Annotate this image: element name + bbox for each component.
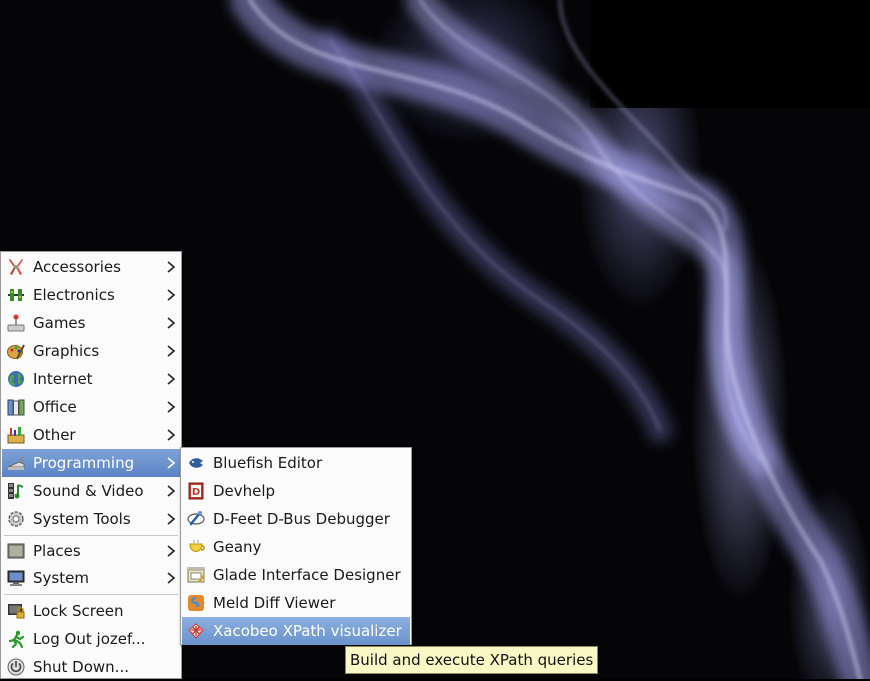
menu-item-label: Glade Interface Designer: [213, 566, 401, 584]
menu-item-label: Office: [33, 398, 77, 416]
menu-item-label: Shut Down...: [33, 658, 129, 676]
accessories-icon: [6, 257, 26, 277]
menu-item-label: Accessories: [33, 258, 121, 276]
chevron-right-icon: [167, 485, 176, 497]
shut-down-icon: [6, 657, 26, 677]
chevron-right-icon: [167, 429, 176, 441]
menu-item-label: Lock Screen: [33, 602, 124, 620]
menu-item-places[interactable]: Places: [2, 537, 180, 565]
menu-item-label: Geany: [213, 538, 262, 556]
menu-item-internet[interactable]: Internet: [2, 365, 180, 393]
menu-item-sound-video[interactable]: Sound & Video: [2, 477, 180, 505]
other-icon: [6, 425, 26, 445]
graphics-icon: [6, 341, 26, 361]
menu-item-glade[interactable]: Glade Interface Designer: [182, 561, 410, 589]
chevron-right-icon: [167, 373, 176, 385]
menu-item-label: Other: [33, 426, 76, 444]
menu-item-log-out[interactable]: Log Out jozef...: [2, 625, 180, 653]
glade-icon: [186, 565, 206, 585]
chevron-right-icon: [167, 513, 176, 525]
menu-item-label: Graphics: [33, 342, 100, 360]
lock-screen-icon: [6, 601, 26, 621]
menu-item-accessories[interactable]: Accessories: [2, 253, 180, 281]
menu-separator: [4, 594, 178, 595]
menu-item-programming[interactable]: Programming: [2, 449, 180, 477]
menu-item-label: Places: [33, 542, 81, 560]
menu-item-electronics[interactable]: Electronics: [2, 281, 180, 309]
places-icon: [6, 541, 26, 561]
tooltip-text: Build and execute XPath queries: [350, 651, 594, 669]
menu-item-label: Log Out jozef...: [33, 630, 146, 648]
menu-item-label: Games: [33, 314, 86, 332]
programming-icon: [6, 453, 26, 473]
menu-item-label: D-Feet D-Bus Debugger: [213, 510, 390, 528]
chevron-right-icon: [167, 317, 176, 329]
menu-item-system[interactable]: System: [2, 564, 180, 592]
tooltip: Build and execute XPath queries: [345, 646, 599, 674]
chevron-right-icon: [167, 289, 176, 301]
games-icon: [6, 313, 26, 333]
menu-item-xacobeo[interactable]: Xacobeo XPath visualizer: [182, 617, 410, 645]
menu-item-other[interactable]: Other: [2, 421, 180, 449]
menu-item-label: Sound & Video: [33, 482, 144, 500]
menu-item-label: Electronics: [33, 286, 115, 304]
menu-item-label: System: [33, 569, 89, 587]
menu-item-bluefish-editor[interactable]: Bluefish Editor: [182, 449, 410, 477]
menu-item-meld[interactable]: Meld Diff Viewer: [182, 589, 410, 617]
xacobeo-icon: [186, 621, 206, 641]
system-icon: [6, 568, 26, 588]
electronics-icon: [6, 285, 26, 305]
chevron-right-icon: [167, 457, 176, 469]
menu-item-label: Meld Diff Viewer: [213, 594, 336, 612]
menu-item-shut-down[interactable]: Shut Down...: [2, 653, 180, 681]
chevron-right-icon: [167, 545, 176, 557]
menu-separator: [4, 535, 178, 536]
meld-icon: [186, 593, 206, 613]
internet-icon: [6, 369, 26, 389]
chevron-right-icon: [167, 261, 176, 273]
bluefish-icon: [186, 453, 206, 473]
menu-item-system-tools[interactable]: System Tools: [2, 505, 180, 533]
menu-item-label: Bluefish Editor: [213, 454, 323, 472]
applications-menu: Accessories Electronics Games Graphics I…: [0, 251, 182, 679]
menu-item-office[interactable]: Office: [2, 393, 180, 421]
menu-item-label: Xacobeo XPath visualizer: [213, 622, 402, 640]
menu-item-devhelp[interactable]: D Devhelp: [182, 477, 410, 505]
programming-submenu: Bluefish Editor D Devhelp D-Feet D-Bus D…: [180, 447, 412, 645]
geany-icon: [186, 537, 206, 557]
menu-item-label: Programming: [33, 454, 135, 472]
menu-item-graphics[interactable]: Graphics: [2, 337, 180, 365]
office-icon: [6, 397, 26, 417]
chevron-right-icon: [167, 401, 176, 413]
system-tools-icon: [6, 509, 26, 529]
chevron-right-icon: [167, 345, 176, 357]
menu-item-geany[interactable]: Geany: [182, 533, 410, 561]
menu-item-lock-screen[interactable]: Lock Screen: [2, 597, 180, 625]
menu-item-games[interactable]: Games: [2, 309, 180, 337]
svg-text:D: D: [192, 487, 200, 498]
chevron-right-icon: [167, 572, 176, 584]
devhelp-icon: D: [186, 481, 206, 501]
menu-item-label: System Tools: [33, 510, 131, 528]
menu-item-label: Devhelp: [213, 482, 276, 500]
log-out-icon: [6, 629, 26, 649]
menu-item-label: Internet: [33, 370, 93, 388]
sound-video-icon: [6, 481, 26, 501]
menu-item-d-feet[interactable]: D-Feet D-Bus Debugger: [182, 505, 410, 533]
d-feet-icon: [186, 509, 206, 529]
